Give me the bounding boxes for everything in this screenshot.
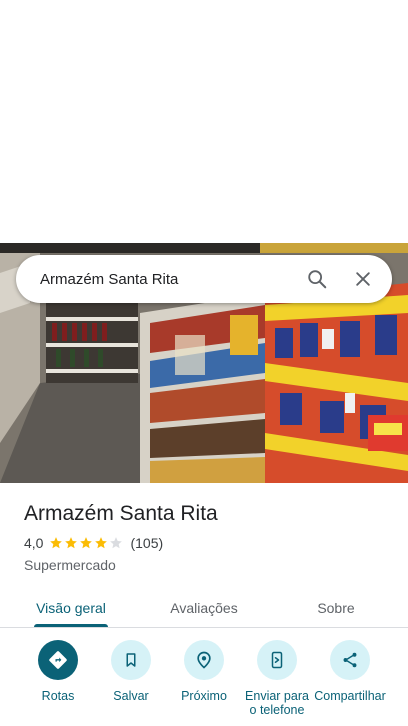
place-tabs: Visão geral Avaliações Sobre [0, 588, 408, 628]
star-icon [110, 537, 123, 549]
tab-reviews[interactable]: Avaliações [164, 588, 244, 628]
share-button[interactable]: Compartilhar [310, 640, 390, 703]
tab-overview[interactable]: Visão geral [34, 588, 108, 628]
star-icon [80, 537, 93, 549]
nearby-icon [184, 640, 224, 680]
tab-about[interactable]: Sobre [306, 588, 366, 628]
send-to-phone-button[interactable]: Enviar para o telefone [237, 640, 317, 717]
directions-button[interactable]: Rotas [18, 640, 98, 703]
save-label: Salvar [113, 689, 149, 703]
star-icon [65, 537, 78, 549]
send-to-phone-label: Enviar para o telefone [245, 689, 309, 717]
close-icon[interactable] [346, 262, 380, 296]
rating-stars [49, 536, 124, 550]
map-area[interactable] [0, 0, 408, 243]
search-icon[interactable] [300, 262, 334, 296]
action-buttons: Rotas Salvar Próximo Enviar para o telef… [0, 640, 408, 726]
search-bar[interactable]: Armazém Santa Rita [16, 255, 392, 303]
send-to-phone-icon [257, 640, 297, 680]
active-tab-indicator [34, 624, 108, 627]
directions-label: Rotas [41, 689, 75, 703]
search-input[interactable]: Armazém Santa Rita [40, 271, 288, 288]
rating-row[interactable]: 4,0 (105) [24, 532, 394, 554]
review-count: (105) [130, 535, 164, 551]
star-icon [50, 537, 63, 549]
directions-icon [38, 640, 78, 680]
rating-value: 4,0 [24, 535, 44, 551]
bookmark-icon [111, 640, 151, 680]
share-icon [330, 640, 370, 680]
star-icon [95, 537, 108, 549]
place-category[interactable]: Supermercado [24, 557, 394, 573]
place-info: Armazém Santa Rita 4,0 (105) Supermercad… [24, 500, 394, 573]
place-title: Armazém Santa Rita [24, 502, 218, 525]
nearby-button[interactable]: Próximo [164, 640, 244, 703]
save-button[interactable]: Salvar [91, 640, 171, 703]
nearby-label: Próximo [181, 689, 227, 703]
share-label: Compartilhar [314, 689, 386, 703]
